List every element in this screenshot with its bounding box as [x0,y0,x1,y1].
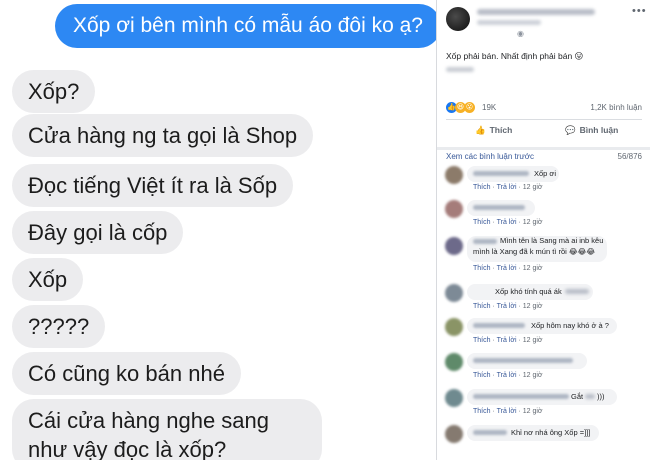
thumbs-up-icon: 👍 [475,125,486,135]
comment-text: Xốp ơi [534,169,557,178]
comment-text-line-2: mình là Xang đã k mún tì rồi 😂😂😂 [473,247,596,256]
comment-like-link[interactable]: Thích [473,303,491,310]
post-body: Xốp phải bán. Nhất định phải bán 😛 [446,51,584,61]
comment-text: Gắt [571,392,584,401]
comment-like-link[interactable]: Thích [473,219,491,226]
commenter-name-blurred[interactable] [473,171,529,176]
comment-like-link[interactable]: Thích [473,408,491,415]
speech-bubble-icon: 💬 [565,125,576,135]
page-avatar[interactable] [446,7,470,31]
emoji-blurred [585,394,595,399]
post-tag-blurred [446,67,474,72]
comment-actions: Thích · Trả lời · 12 giờ [473,337,543,344]
more-options-icon[interactable]: ••• [632,5,647,17]
comment-actions: Thích · Trả lời · 12 giờ [473,219,543,226]
comment-text: Xốp hôm nay khó ở à ? [531,321,609,330]
comment-reply-link[interactable]: Trả lời [497,219,517,226]
chat-screenshot: Xốp ơi bên mình có mẫu áo đôi ko ạ? Xốp?… [0,0,436,460]
comment-count[interactable]: 1,2K bình luận [590,103,642,112]
commenter-avatar[interactable] [445,200,463,218]
comment-reply-link[interactable]: Trả lời [497,265,517,272]
comment: Gắt ))) Thích · Trả lời · 12 giờ [437,387,650,427]
incoming-message: Có cũng ko bán nhé [12,352,241,395]
comment-time: 12 giờ [522,372,543,379]
comment-time: 12 giờ [522,184,543,191]
comment-text: Khỉ nơ nhá ông Xốp =]]] [511,428,591,437]
comment-reply-link[interactable]: Trả lời [497,303,517,310]
comment-like-link[interactable]: Thích [473,265,491,272]
comment-text-line-1: Mình tên là Sang mà ai inb kêu [500,236,604,245]
commenter-avatar[interactable] [445,353,463,371]
comment: Thích · Trả lời · 12 giờ [437,198,650,238]
outgoing-message: Xốp ơi bên mình có mẫu áo đôi ko ạ? [55,4,436,48]
incoming-message: Đây gọi là cốp [12,211,184,254]
page-name-blurred[interactable] [477,9,595,15]
comment-actions: Thích · Trả lời · 12 giờ [473,265,543,272]
comment-text: Xốp khó tính quá ák [495,287,562,296]
commenter-avatar[interactable] [445,425,463,443]
commenter-name-blurred[interactable] [473,323,525,328]
commenter-name-blurred[interactable] [473,205,525,210]
commenter-avatar[interactable] [445,318,463,336]
comment-label: Bình luận [579,125,619,135]
comment: Thích · Trả lời · 12 giờ [437,351,650,391]
comment-actions: Thích · Trả lời · 12 giờ [473,303,543,310]
facebook-post: ◉ ••• Xốp phải bán. Nhất định phải bán 😛… [437,0,650,460]
reaction-count: 19K [482,103,497,112]
comment-button[interactable]: 💬 Bình luận [565,125,618,136]
comment-time: 12 giờ [522,303,543,310]
commenter-avatar[interactable] [445,237,463,255]
comment-like-link[interactable]: Thích [473,337,491,344]
comment-like-link[interactable]: Thích [473,184,491,191]
like-label: Thích [489,125,513,135]
incoming-message: Cái cửa hàng nghe sang như vậy đọc là xố… [12,399,322,460]
comment-time: 12 giờ [522,219,543,226]
globe-icon: ◉ [517,29,524,38]
reaction-summary[interactable]: 👍 😆 😮 19K 1,2K bình luận [446,101,642,115]
comment: Mình tên là Sang mà ai inb kêu mình là X… [437,234,650,278]
post-timestamp-blurred [477,20,541,25]
comment: Xốp hôm nay khó ở à ? Thích · Trả lời · … [437,316,650,356]
comment-time: 12 giờ [522,337,543,344]
incoming-message: Cửa hàng ng ta gọi là Shop [12,114,314,157]
commenter-name-blurred[interactable] [473,394,569,399]
comment-like-link[interactable]: Thích [473,372,491,379]
comment-reply-link[interactable]: Trả lời [497,372,517,379]
commenter-avatar[interactable] [445,389,463,407]
comment-position: 56/876 [617,152,642,161]
comment: Khỉ nơ nhá ông Xốp =]]] [437,423,650,460]
commenter-name-blurred[interactable] [473,239,497,244]
comment-actions: Thích · Trả lời · 12 giờ [473,408,543,415]
section-separator [437,147,650,150]
comment-time: 12 giờ [522,265,543,272]
comment-actions: Thích · Trả lời · 12 giờ [473,184,543,191]
view-previous-comments-link[interactable]: Xem các bình luận trước [446,152,534,161]
comment-actions: Thích · Trả lời · 12 giờ [473,372,543,379]
comment-reply-link[interactable]: Trả lời [497,184,517,191]
commenter-name-blurred[interactable] [565,289,589,294]
incoming-message: Xốp [12,258,84,301]
separator [446,119,642,120]
incoming-message: Đọc tiếng Việt ít ra là Sốp [12,164,294,207]
commenter-avatar[interactable] [445,166,463,184]
commenter-name-blurred[interactable] [473,430,507,435]
comment-text-tail: ))) [597,392,605,401]
like-button[interactable]: 👍 Thích [475,125,512,136]
incoming-message: ????? [12,305,106,348]
commenter-avatar[interactable] [445,284,463,302]
wow-reaction-icon: 😮 [464,102,475,113]
comment-reply-link[interactable]: Trả lời [497,408,517,415]
commenter-name-blurred[interactable] [473,358,573,363]
incoming-message: Xốp? [12,70,96,113]
comment-reply-link[interactable]: Trả lời [497,337,517,344]
comment-time: 12 giờ [522,408,543,415]
